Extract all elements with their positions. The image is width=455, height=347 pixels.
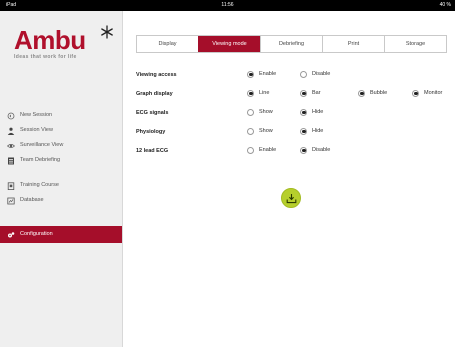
sidebar-item-label: Configuration [20, 231, 53, 237]
sidebar: Ambu Ideas that work for life New Sessio… [0, 11, 123, 347]
radio-label: Enable [259, 71, 277, 77]
radio-label: Disable [312, 147, 331, 153]
radio-label: Line [259, 90, 270, 96]
sidebar-item-label: Team Debriefing [20, 157, 61, 163]
sidebar-item-label: Surveillance View [20, 142, 64, 148]
sidebar-item-team-debriefing[interactable]: Team Debriefing [0, 153, 122, 168]
sidebar-item-label: Session View [20, 127, 53, 133]
sidebar-item-session-view[interactable]: Session View [0, 123, 122, 138]
radio-button[interactable] [247, 108, 254, 116]
radio-button[interactable] [300, 70, 307, 78]
radio-button[interactable] [300, 146, 307, 154]
setting-row-graph-display: Graph display Line Bar Bubble Monitor [136, 88, 451, 100]
sidebar-item-label: Database [20, 197, 44, 203]
radio-label: Enable [259, 147, 277, 153]
sidebar-item-new-session[interactable]: New Session [0, 108, 122, 123]
gears-icon [8, 231, 15, 237]
radio-button[interactable] [300, 89, 307, 97]
tab-viewing-mode[interactable]: Viewing mode [198, 36, 260, 52]
asterisk-logo-icon [101, 25, 113, 39]
clock: 11:56 [221, 2, 234, 8]
setting-label: Physiology [136, 129, 166, 135]
sidebar-item-configuration[interactable]: Configuration [0, 226, 122, 243]
restart-icon [7, 112, 15, 119]
sidebar-item-database[interactable]: Database [0, 193, 122, 208]
brand-tagline: Ideas that work for life [14, 54, 77, 60]
sidebar-item-surveillance-view[interactable]: Surveillance View [0, 138, 122, 153]
eye-icon [7, 143, 15, 148]
radio-button[interactable] [412, 89, 419, 97]
status-bar: iPad 11:56 40 % [0, 0, 455, 11]
radio-button[interactable] [300, 108, 307, 116]
battery-indicator: 40 % [439, 2, 451, 8]
radio-button[interactable] [247, 127, 254, 135]
download-button[interactable] [281, 188, 301, 208]
configuration-panel: Display Viewing mode Debriefing Print St… [123, 11, 455, 347]
database-icon [7, 197, 15, 204]
person-icon [7, 127, 15, 135]
tab-storage[interactable]: Storage [384, 36, 446, 52]
brand-name: Ambu [14, 25, 86, 55]
tab-display[interactable]: Display [137, 36, 198, 52]
radio-button[interactable] [358, 89, 365, 97]
list-icon [8, 157, 14, 164]
tab-debriefing[interactable]: Debriefing [260, 36, 322, 52]
download-icon [286, 194, 297, 204]
radio-label: Disable [312, 71, 331, 77]
radio-button[interactable] [247, 70, 254, 78]
setting-label: ECG signals [136, 110, 169, 116]
sidebar-item-label: Training Course [20, 182, 59, 188]
sidebar-item-label: New Session [20, 112, 53, 118]
setting-row-ecg-signals: ECG signals Show Hide [136, 107, 451, 119]
radio-button[interactable] [247, 89, 254, 97]
ambu-logo: Ambu Ideas that work for life [14, 25, 114, 67]
radio-button[interactable] [300, 127, 307, 135]
setting-label: Viewing access [136, 72, 177, 78]
tab-print[interactable]: Print [322, 36, 384, 52]
radio-label: Hide [312, 109, 324, 115]
setting-row-12-lead-ecg: 12 lead ECG Enable Disable [136, 145, 451, 157]
setting-row-physiology: Physiology Show Hide [136, 126, 451, 138]
clipboard-icon [7, 181, 15, 190]
setting-label: 12 lead ECG [136, 148, 169, 154]
radio-label: Show [259, 109, 273, 115]
radio-label: Monitor [424, 90, 443, 96]
radio-button[interactable] [247, 146, 254, 154]
setting-row-viewing-access: Viewing access Enable Disable [136, 69, 451, 81]
tab-bar: Display Viewing mode Debriefing Print St… [136, 35, 447, 53]
setting-label: Graph display [136, 91, 173, 97]
radio-label: Hide [312, 128, 324, 134]
radio-label: Bubble [370, 90, 388, 96]
radio-label: Bar [312, 90, 321, 96]
radio-label: Show [259, 128, 273, 134]
sidebar-item-training-course[interactable]: Training Course [0, 178, 122, 193]
